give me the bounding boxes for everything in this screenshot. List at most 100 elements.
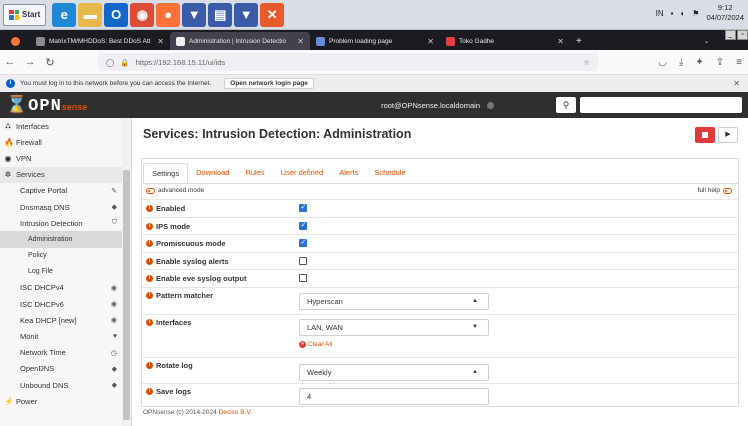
network-icon[interactable]: ▪	[671, 9, 674, 18]
url-field[interactable]: ◯ 🔒 https://192.168.15.11/ui/ids ☆	[98, 53, 598, 71]
enabled-label[interactable]: i Enabled	[146, 204, 185, 213]
tab-alerts[interactable]: Alerts	[331, 163, 366, 183]
volume-icon[interactable]: ◐	[680, 9, 685, 18]
search-input[interactable]	[580, 97, 742, 113]
sidebar-item-dnsmasq-dns[interactable]: Dnsmasq DNS ◆	[0, 199, 131, 215]
rotate-log-select[interactable]: Weekly ▲	[299, 364, 489, 381]
browser-tab[interactable]: Administration | Intrusion Detectio ✕	[170, 32, 310, 50]
sidebar-item-monit[interactable]: Monit ♥	[0, 328, 131, 344]
new-tab-button[interactable]: +	[570, 32, 588, 50]
tab-close-icon[interactable]: ✕	[557, 37, 564, 46]
sidebar-item-firewall[interactable]: 🔥 Firewall	[0, 134, 131, 150]
rotate-log-label[interactable]: i Rotate log	[146, 361, 193, 370]
full-help-toggle[interactable]: full help	[698, 187, 732, 194]
tab-close-icon[interactable]: ✕	[157, 37, 164, 46]
opnsense-taskbar-icon-2[interactable]: ▼	[234, 2, 259, 27]
sidebar-item-isc-dhcpv6[interactable]: ISC DHCPv6 ◉	[0, 296, 131, 312]
browser-tab[interactable]: MatrixTM/MHDDoS: Best DDoS Att ✕	[30, 32, 170, 50]
tab-user-defined[interactable]: User defined	[273, 163, 332, 183]
start-button[interactable]: Start	[3, 3, 47, 26]
browser-tab[interactable]: Problem loading page ✕	[310, 32, 440, 50]
enable-eve-syslog-output-label[interactable]: i Enable eve syslog output	[146, 274, 246, 283]
save-logs-label[interactable]: i Save logs	[146, 387, 191, 396]
pattern-matcher-label[interactable]: i Pattern matcher	[146, 291, 213, 300]
tab-close-icon[interactable]: ✕	[297, 37, 304, 46]
language-indicator[interactable]: IN	[656, 9, 664, 18]
sidebar-item-log-file[interactable]: Log File	[0, 264, 131, 280]
sidebar-menu: ⛼ Interfaces 🔥 Firewall ◉ VPN ✲ Services Captive…	[0, 118, 131, 409]
stop-service-button[interactable]	[695, 127, 715, 143]
tab-settings[interactable]: Settings	[143, 163, 189, 183]
chrome-icon[interactable]: ◉	[130, 2, 155, 27]
forward-icon[interactable]: →	[20, 56, 40, 68]
sidebar-scrollbar[interactable]	[122, 118, 131, 426]
search-icon[interactable]: ⚲	[556, 97, 576, 113]
advanced-mode-toggle[interactable]: advanced mode	[146, 187, 204, 194]
ips-mode-label[interactable]: i IPS mode	[146, 222, 190, 231]
xampp-icon[interactable]: ✕	[260, 2, 285, 27]
footer-link[interactable]: Deciso B.V.	[219, 409, 252, 416]
tab-download[interactable]: Download	[188, 163, 237, 183]
internet-explorer-icon[interactable]: e	[52, 2, 77, 27]
enable-eve-syslog-output-checkbox[interactable]	[299, 274, 307, 283]
promiscuous-mode-label[interactable]: i Promiscuous mode	[146, 239, 226, 248]
lock-warning-icon[interactable]: 🔒	[120, 58, 129, 67]
app-menu-icon[interactable]: ≡	[736, 57, 742, 68]
sidebar-item-unbound-dns[interactable]: Unbound DNS ◆	[0, 377, 131, 393]
sidebar-item-vpn[interactable]: ◉ VPN	[0, 150, 131, 166]
enable-syslog-alerts-checkbox[interactable]	[299, 256, 307, 265]
restore-button[interactable]: ▫	[737, 30, 748, 40]
sidebar-item-administration[interactable]: Administration	[0, 231, 131, 248]
firefox-menu-icon[interactable]	[0, 32, 30, 50]
tab-rules[interactable]: Rules	[237, 163, 272, 183]
tab-close-icon[interactable]: ✕	[427, 37, 434, 46]
interfaces-select[interactable]: LAN, WAN ▼	[299, 319, 489, 336]
save-logs-input[interactable]: 4	[299, 388, 489, 405]
firefox-icon[interactable]: ●	[156, 2, 181, 27]
opnsense-taskbar-icon[interactable]: ▼	[182, 2, 207, 27]
tab-schedule[interactable]: Schedule	[366, 163, 413, 183]
sidebar-item-power[interactable]: ⚡ Power	[0, 393, 131, 409]
downloads-icon[interactable]: ⤓	[679, 57, 683, 68]
reload-icon[interactable]: ↻	[40, 56, 60, 69]
tray-flag-icon[interactable]: ⚑	[692, 9, 699, 18]
start-service-button[interactable]: ▶	[718, 127, 738, 143]
user-label[interactable]: root@OPNsense.localdomain	[381, 101, 480, 110]
interfaces-label[interactable]: i Interfaces	[146, 318, 191, 327]
vpn-icon: ◉	[4, 153, 12, 163]
tab-title: Problem loading page	[329, 37, 393, 45]
sidebar-item-captive-portal[interactable]: Captive Portal ✎	[0, 183, 131, 199]
pocket-icon[interactable]: ◡	[658, 57, 667, 68]
bookmark-star-icon[interactable]: ☆	[583, 58, 590, 67]
outlook-icon[interactable]: O	[104, 2, 129, 27]
sidebar-item-kea-dhcp-new[interactable]: Kea DHCP [new] ◉	[0, 312, 131, 328]
logo-suffix: sense	[61, 101, 88, 112]
shield-icon[interactable]: ◯	[106, 58, 114, 67]
browser-tab[interactable]: Toko Gadhe ✕	[440, 32, 570, 50]
list-tabs-icon[interactable]: ⌄	[698, 32, 715, 50]
sidebar-item-policy[interactable]: Policy	[0, 248, 131, 264]
sidebar-item-isc-dhcpv4[interactable]: ISC DHCPv4 ◉	[0, 280, 131, 296]
extensions-icon[interactable]: ✦	[695, 57, 703, 68]
share-icon[interactable]: ⇪	[716, 57, 724, 68]
notepad-icon[interactable]: ▤	[208, 2, 233, 27]
infobar-close-icon[interactable]: ✕	[733, 79, 740, 88]
sidebar-item-network-time[interactable]: Network Time ◷	[0, 345, 131, 361]
back-icon[interactable]: ←	[0, 56, 20, 68]
sidebar-item-intrusion-detection[interactable]: Intrusion Detection ⛉	[0, 215, 131, 231]
enable-syslog-alerts-label[interactable]: i Enable syslog alerts	[146, 257, 229, 266]
folder-icon[interactable]: ▬	[78, 2, 103, 27]
sidebar-item-opendns[interactable]: OpenDNS ◆	[0, 361, 131, 377]
clear-all-link[interactable]: ✕ Clear All	[299, 341, 332, 348]
sidebar-scroll-thumb[interactable]	[123, 170, 130, 420]
pattern-matcher-select[interactable]: Hyperscan ▲	[299, 293, 489, 310]
sidebar-item-services[interactable]: ✲ Services	[0, 166, 131, 183]
open-network-login-button[interactable]: Open network login page	[224, 78, 314, 89]
promiscuous-mode-checkbox[interactable]	[299, 238, 307, 248]
ips-mode-checkbox[interactable]	[299, 221, 307, 230]
minimize-button[interactable]: _	[725, 30, 736, 40]
sidebar-item-interfaces[interactable]: ⛼ Interfaces	[0, 118, 131, 134]
opnsense-logo[interactable]: ⌛OPNsense	[6, 95, 87, 116]
enabled-checkbox[interactable]	[299, 203, 307, 212]
clock[interactable]: 9:12 04/07/2024	[706, 3, 744, 23]
